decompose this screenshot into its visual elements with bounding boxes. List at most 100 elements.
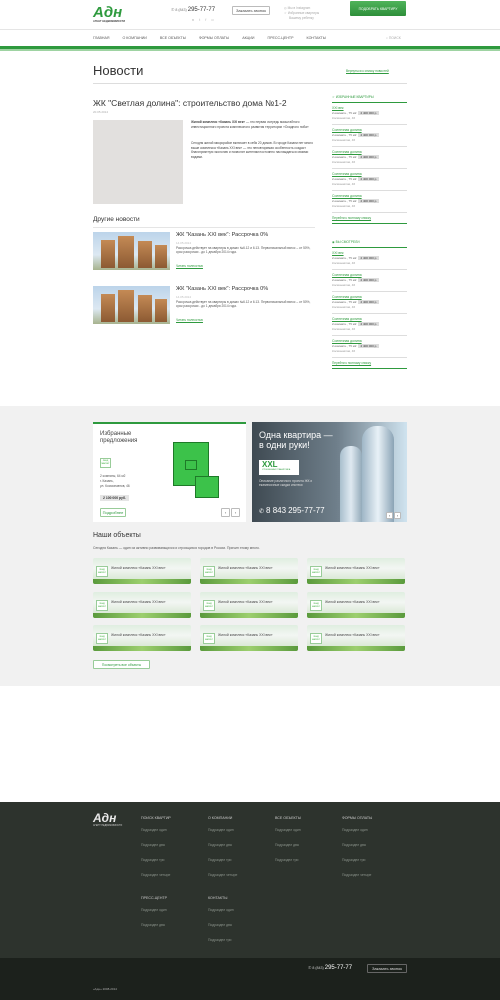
- footer-col-heading[interactable]: ПРЕСС-ЦЕНТР: [141, 896, 167, 900]
- banner-brand: XXL УЛУЧШЕННАЯ ПЛАНИРОВКА: [259, 460, 299, 475]
- object-card[interactable]: ЛЕНД МАРКЕТ Жилой комплекс «Казань XXI ве…: [93, 558, 191, 584]
- search-link[interactable]: ⌕ ПОИСК: [386, 36, 401, 40]
- twitter-icon[interactable]: t: [199, 17, 200, 22]
- apartment-card[interactable]: Солнечная долина 2-комнатн., 75 м2 2 400 0…: [332, 191, 407, 213]
- news-thumbnail[interactable]: [93, 286, 170, 324]
- apartment-card[interactable]: Солнечная долина 2-комнатн., 75 м2 2 400 0…: [332, 336, 407, 358]
- footer-link[interactable]: Подраздел четыре: [208, 873, 237, 877]
- apartment-name[interactable]: Солнечная долина: [332, 295, 407, 299]
- viewed-full-list-link[interactable]: Перейти к полному списку: [332, 358, 407, 369]
- footer-link[interactable]: Подраздел два: [275, 843, 301, 847]
- promo-banner[interactable]: Одна квартира — в одни руки! XXL УЛУЧШЕН…: [252, 422, 407, 522]
- read-more-link[interactable]: Читать полностью: [176, 318, 203, 322]
- read-more-link[interactable]: Читать полностью: [176, 264, 203, 268]
- footer-link[interactable]: Подраздел два: [208, 843, 237, 847]
- news-title[interactable]: ЖК "Казань XXI век": Рассрочка 0%: [176, 232, 268, 238]
- logo[interactable]: Адн АГЕНТ НЕДВИЖИМОСТИ: [93, 5, 133, 27]
- apartment-card[interactable]: Солнечная долина 2-комнатн., 75 м2 2 400 0…: [332, 270, 407, 292]
- apartment-card[interactable]: Солнечная долина 2-комнатн., 75 м2 2 400 0…: [332, 147, 407, 169]
- apartment-price: 2 400 000 р.: [358, 133, 380, 137]
- prev-arrow-button[interactable]: ‹: [221, 508, 230, 517]
- apartment-card[interactable]: Солнечная долина 2-комнатн., 75 м2 2 400 0…: [332, 292, 407, 314]
- apartment-name[interactable]: Солнечная долина: [332, 317, 407, 321]
- object-card[interactable]: ЛЕНД МАРКЕТ Жилой комплекс «Казань XXI ве…: [307, 625, 405, 651]
- news-title[interactable]: ЖК "Казань XXI век": Рассрочка 0%: [176, 286, 268, 292]
- apartment-price: 2 400 000 р.: [358, 199, 380, 203]
- footer-link[interactable]: Подраздел два: [342, 843, 372, 847]
- apartment-name[interactable]: Солнечная долина: [332, 194, 407, 198]
- nav-contacts[interactable]: КОНТАКТЫ: [307, 36, 326, 40]
- footer-link[interactable]: Подраздел три: [208, 858, 237, 862]
- apartment-name[interactable]: XXI век: [332, 106, 407, 110]
- footer-link[interactable]: Подраздел один: [141, 828, 171, 832]
- odnoklassniki-icon[interactable]: o: [211, 17, 213, 22]
- news-thumbnail[interactable]: [93, 232, 170, 270]
- footer-link[interactable]: Подраздел один: [208, 908, 234, 912]
- floor-plan-image[interactable]: [165, 440, 225, 502]
- footer-link[interactable]: Подраздел один: [141, 908, 167, 912]
- footer-link[interactable]: Подраздел четыре: [342, 873, 372, 877]
- nav-payment[interactable]: ФОРМЫ ОПЛАТЫ: [199, 36, 229, 40]
- footer-link[interactable]: Подраздел три: [141, 858, 171, 862]
- apartment-name[interactable]: Солнечная долина: [332, 172, 407, 176]
- apartment-name[interactable]: Солнечная долина: [332, 150, 407, 154]
- nav-about[interactable]: О КОМПАНИИ: [122, 36, 146, 40]
- footer-col-heading[interactable]: ПОИСК КВАРТИР: [141, 816, 171, 820]
- apartment-card[interactable]: XXI век 2-комнатн., 75 м2 2 400 000 р. Косм…: [332, 248, 407, 270]
- favorites-full-list-link[interactable]: Перейти к полному списку: [332, 213, 407, 224]
- nav-home[interactable]: ГЛАВНАЯ: [93, 36, 109, 40]
- banner-next-button[interactable]: ›: [394, 512, 401, 519]
- footer-col-heading[interactable]: ФОРМЫ ОПЛАТЫ: [342, 816, 372, 820]
- footer-link[interactable]: Подраздел три: [342, 858, 372, 862]
- object-card[interactable]: ЛЕНД МАРКЕТ Жилой комплекс «Казань XXI ве…: [200, 558, 298, 584]
- footer-link[interactable]: Подраздел два: [141, 923, 167, 927]
- footer-link[interactable]: Подраздел один: [208, 828, 237, 832]
- apartment-name[interactable]: Солнечная долина: [332, 339, 407, 343]
- object-card[interactable]: ЛЕНД МАРКЕТ Жилой комплекс «Казань XXI ве…: [307, 558, 405, 584]
- apartment-name[interactable]: Солнечная долина: [332, 128, 407, 132]
- object-card[interactable]: ЛЕНД МАРКЕТ Жилой комплекс «Казань XXI ве…: [93, 592, 191, 618]
- footer-link[interactable]: Подраздел четыре: [141, 873, 171, 877]
- footer-col-heading[interactable]: ВСЕ ОБЪЕКТЫ: [275, 816, 301, 820]
- footer-link[interactable]: Подраздел два: [141, 843, 171, 847]
- apartment-card[interactable]: Солнечная долина 2-комнатн., 75 м2 2 400 0…: [332, 125, 407, 147]
- news-date: 14.05.2014: [176, 295, 192, 299]
- object-card[interactable]: ЛЕНД МАРКЕТ Жилой комплекс «Казань XXI ве…: [200, 625, 298, 651]
- offer-price: 2 100 000 руб.: [100, 495, 129, 501]
- nav-press[interactable]: ПРЕСС-ЦЕНТР: [268, 36, 294, 40]
- footer-call-button[interactable]: Заказать звонок: [367, 964, 407, 973]
- next-arrow-button[interactable]: ›: [231, 508, 240, 517]
- footer-logo-mark: Адн: [93, 811, 117, 825]
- all-objects-button[interactable]: Посмотреть все объекты: [93, 660, 150, 669]
- footer-link[interactable]: Подраздел три: [208, 938, 234, 942]
- apartment-card[interactable]: Солнечная долина 2-комнатн., 75 м2 2 400 0…: [332, 169, 407, 191]
- apartment-card[interactable]: XXI век 2-комнатн., 75 м2 2 400 000 р. Косм…: [332, 103, 407, 125]
- object-card[interactable]: ЛЕНД МАРКЕТ Жилой комплекс «Казань XXI ве…: [307, 592, 405, 618]
- facebook-icon[interactable]: f: [205, 17, 206, 22]
- nav-objects[interactable]: ВСЕ ОБЪЕКТЫ: [160, 36, 186, 40]
- vk-icon[interactable]: в: [192, 17, 194, 22]
- offer-details-button[interactable]: Подробнее: [100, 508, 126, 517]
- banner-prev-button[interactable]: ‹: [386, 512, 393, 519]
- apartment-card[interactable]: Солнечная долина 2-комнатн., 75 м2 2 400 0…: [332, 314, 407, 336]
- back-to-news-link[interactable]: Вернуться к списку новостей: [346, 69, 389, 73]
- object-card[interactable]: ЛЕНД МАРКЕТ Жилой комплекс «Казань XXI ве…: [200, 592, 298, 618]
- call-button[interactable]: Заказать звонок: [232, 6, 270, 15]
- footer-col-heading[interactable]: КОНТАКТЫ: [208, 896, 234, 900]
- footer-link[interactable]: Подраздел один: [275, 828, 301, 832]
- footer-col-heading[interactable]: О КОМПАНИИ: [208, 816, 237, 820]
- footer-link[interactable]: Подраздел три: [275, 858, 301, 862]
- apartment-price: 2 400 000 р.: [358, 111, 380, 115]
- footer-logo[interactable]: Адн АГЕНТ НЕДВИЖИМОСТИ: [93, 812, 122, 827]
- apartment-name[interactable]: XXI век: [332, 251, 407, 255]
- object-card[interactable]: ЛЕНД МАРКЕТ Жилой комплекс «Казань XXI ве…: [93, 625, 191, 651]
- nav-promos[interactable]: АКЦИИ: [242, 36, 254, 40]
- footer-link[interactable]: Подраздел один: [342, 828, 372, 832]
- tower-image: [362, 426, 394, 522]
- child-link-label: Вашему ребенку: [289, 16, 314, 20]
- footer-link[interactable]: Подраздел два: [208, 923, 234, 927]
- find-apartment-button[interactable]: ПОДОБРАТЬ КВАРТИРУ: [350, 1, 406, 16]
- child-link[interactable]: Вашему ребенку: [284, 16, 319, 21]
- green-band-light: [0, 49, 500, 51]
- apartment-name[interactable]: Солнечная долина: [332, 273, 407, 277]
